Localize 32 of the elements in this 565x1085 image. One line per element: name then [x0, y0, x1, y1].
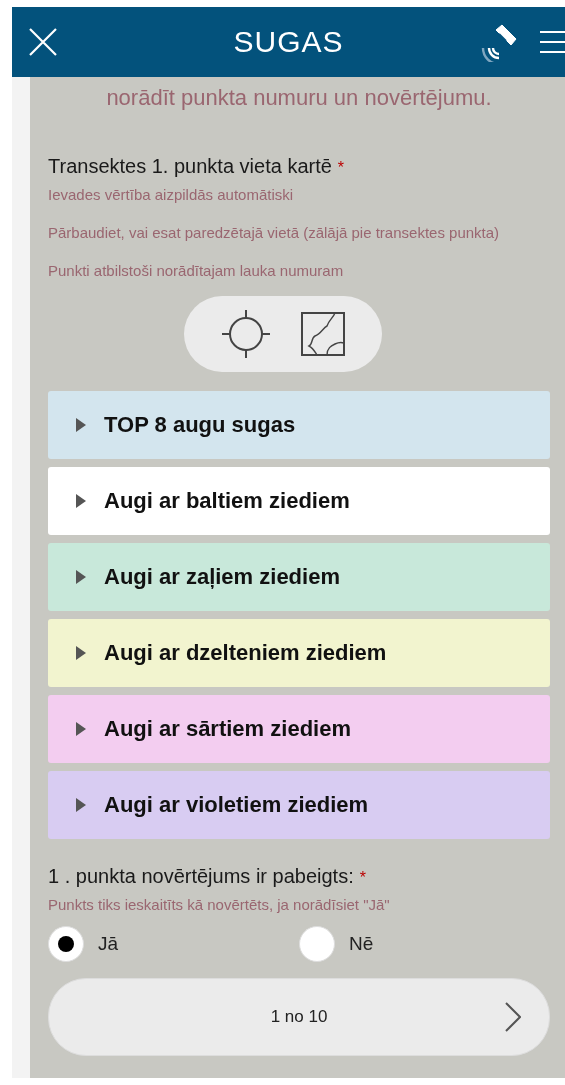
crosshair-icon[interactable] — [221, 309, 271, 359]
field-label: 1 . punkta novērtējums ir pabeigts: — [48, 865, 354, 887]
caret-icon — [76, 646, 86, 660]
page-title: SUGAS — [233, 25, 344, 58]
collapsible-section[interactable]: Augi ar violetiem ziediem — [48, 771, 550, 839]
close-icon[interactable] — [28, 27, 58, 57]
instruction-text: norādīt punkta numuru un novērtējumu. — [105, 85, 493, 111]
collapsible-section[interactable]: Augi ar zaļiem ziediem — [48, 543, 550, 611]
hint-text: Pārbaudiet, vai esat paredzētajā vietā (zālājā pie transektes punkta) — [48, 223, 501, 243]
caret-icon — [76, 418, 86, 432]
hint-text: Punkts tiks ieskaitīts kā novērtēts, ja norādīsiet "Jā" — [48, 895, 391, 915]
caret-icon — [76, 798, 86, 812]
collapsible-section[interactable]: Augi ar sārtiem ziediem — [48, 695, 550, 763]
menu-icon[interactable] — [540, 29, 565, 55]
radio-button[interactable] — [299, 926, 335, 962]
collapsible-section[interactable]: TOP 8 augu sugas — [48, 391, 550, 459]
collapsible-section[interactable]: Augi ar baltiem ziediem — [48, 467, 550, 535]
radio-button[interactable] — [48, 926, 84, 962]
field-label: Transektes 1. punkta vieta kartē — [48, 155, 332, 177]
required-mark: * — [337, 159, 345, 176]
caret-icon — [76, 494, 86, 508]
page-counter: 1 no 10 — [270, 1007, 328, 1027]
radio-label[interactable]: Nē — [349, 933, 374, 955]
radio-label[interactable]: Jā — [98, 933, 119, 955]
caret-icon — [76, 722, 86, 736]
caret-icon — [76, 570, 86, 584]
hint-text: Ievades vērtība aizpildās automātiski — [48, 185, 295, 205]
required-mark: * — [359, 869, 366, 886]
collapsible-section[interactable]: Augi ar dzelteniem ziediem — [48, 619, 550, 687]
next-chevron-icon[interactable] — [505, 1002, 521, 1032]
map-icon[interactable] — [301, 312, 345, 356]
hint-text: Punkti atbilstoši norādītajam lauka numuram — [48, 261, 345, 281]
